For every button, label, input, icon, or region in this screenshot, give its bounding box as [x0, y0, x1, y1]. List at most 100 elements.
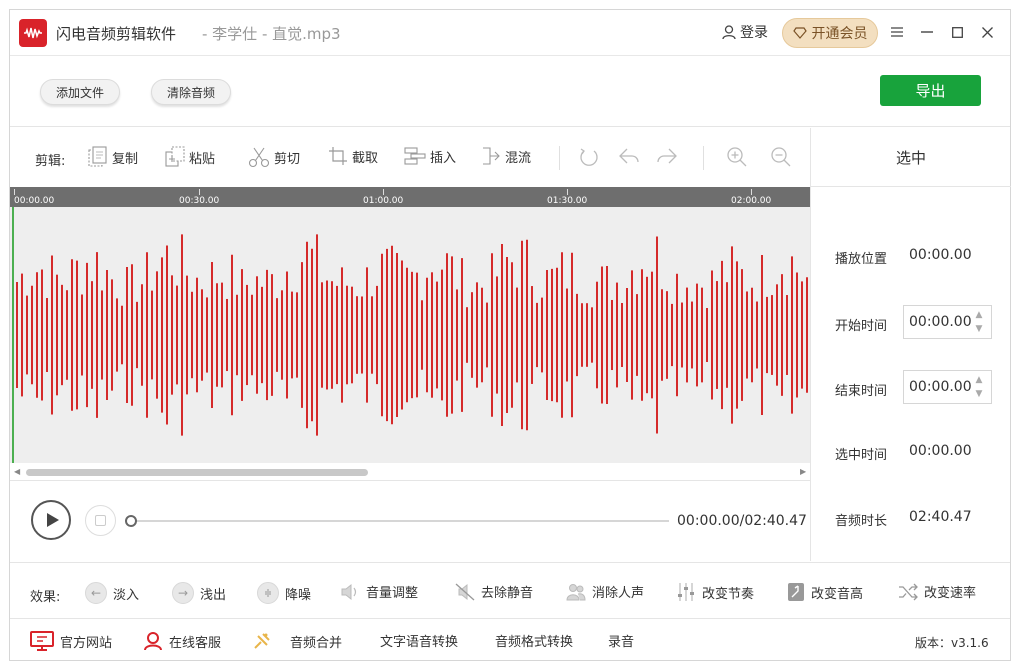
shuffle-icon [899, 583, 918, 600]
zoom-out-button[interactable] [770, 146, 792, 168]
website-link[interactable]: 官方网站 [30, 631, 112, 651]
copy-icon [88, 146, 107, 167]
remove-vocals-button[interactable]: 消除人声 [566, 582, 644, 601]
zoom-in-button[interactable] [726, 146, 748, 168]
progress-track[interactable] [131, 520, 669, 522]
change-pitch-button[interactable]: 改变音高 [787, 582, 863, 602]
insert-button[interactable]: 插入 [404, 146, 456, 166]
end-time-stepper[interactable]: 00:00.00 ▲ ▼ [903, 370, 992, 404]
timeline-ruler[interactable]: 00:00.00 00:30.00 01:00.00 01:30.00 02:0… [10, 187, 810, 207]
close-icon [981, 26, 993, 38]
panel-title: 选中 [811, 128, 1011, 187]
time-readout: 00:00.00/02:40.47 [677, 513, 807, 529]
login-label: 登录 [740, 25, 768, 41]
undo-icon [619, 148, 639, 164]
horizontal-scrollbar[interactable]: ◀ ▶ [10, 463, 810, 481]
redo-icon [657, 148, 677, 164]
fade-out-icon: → [172, 582, 194, 604]
record-link[interactable]: 录音 [608, 631, 634, 650]
login-button[interactable]: 登录 [722, 22, 768, 42]
app-title: 闪电音频剪辑软件 [56, 25, 177, 43]
customer-service-icon [144, 632, 162, 651]
menu-button[interactable] [887, 22, 907, 42]
vip-label: 开通会员 [811, 26, 868, 42]
fade-in-button[interactable]: ← 淡入 [85, 582, 139, 604]
start-time-value[interactable]: 00:00.00 [909, 314, 972, 330]
fade-in-label: 淡入 [113, 587, 140, 603]
format-convert-link[interactable]: 音频格式转换 [495, 631, 573, 650]
reset-button[interactable] [578, 146, 600, 168]
decrement-arrow-icon[interactable]: ▼ [972, 323, 986, 335]
fade-out-button[interactable]: → 浅出 [172, 582, 226, 604]
maximize-button[interactable] [947, 22, 967, 42]
stop-button[interactable] [85, 505, 116, 536]
monitor-icon [30, 631, 54, 651]
change-speed-label: 改变速率 [924, 586, 977, 601]
duration-label: 音频时长 [835, 514, 888, 529]
merge-link[interactable]: 音频合并 [252, 631, 342, 651]
close-button[interactable] [977, 22, 997, 42]
record-label: 录音 [608, 635, 635, 650]
fade-out-label: 浅出 [200, 587, 227, 603]
minimize-button[interactable] [917, 22, 937, 42]
speaker-icon [341, 583, 357, 600]
start-time-stepper[interactable]: 00:00.00 ▲ ▼ [903, 305, 992, 339]
diamond-icon [792, 27, 807, 39]
minimize-icon [921, 31, 933, 33]
scroll-left-arrow-icon[interactable]: ◀ [14, 467, 20, 476]
remove-silence-button[interactable]: 去除静音 [455, 582, 533, 601]
increment-arrow-icon[interactable]: ▲ [972, 309, 986, 321]
timeline-tick-label: 01:00.00 [363, 196, 404, 206]
copy-label: 复制 [112, 151, 139, 167]
title-bar: 闪电音频剪辑软件 - 李学仕 - 直觉.mp3 登录 开通会员 [10, 10, 1010, 56]
progress-knob[interactable] [125, 515, 137, 527]
decrement-arrow-icon[interactable]: ▼ [972, 388, 986, 400]
timeline-tick-label: 00:00.00 [14, 196, 55, 206]
mix-icon [483, 147, 500, 165]
denoise-button[interactable]: 降噪 [257, 582, 311, 604]
zoom-out-icon [771, 147, 791, 167]
toolbar-separator [559, 146, 560, 170]
waveform [16, 234, 808, 436]
scroll-right-arrow-icon[interactable]: ▶ [800, 467, 806, 476]
tts-link[interactable]: 文字语音转换 [380, 631, 458, 650]
user-icon [722, 24, 736, 39]
play-button[interactable] [31, 500, 71, 540]
support-link[interactable]: 在线客服 [143, 631, 221, 651]
redo-button[interactable] [656, 146, 678, 166]
mix-button[interactable]: 混流 [481, 146, 531, 166]
scrollbar-thumb[interactable] [26, 469, 368, 476]
tts-label: 文字语音转换 [380, 635, 459, 650]
vip-button[interactable]: 开通会员 [782, 18, 878, 48]
copy-button[interactable]: 复制 [88, 146, 138, 168]
export-button[interactable]: 导出 [880, 75, 981, 106]
change-speed-button[interactable]: 改变速率 [898, 582, 976, 601]
effects-section-label: 效果: [30, 590, 61, 605]
denoise-label: 降噪 [285, 587, 312, 603]
volume-button[interactable]: 音量调整 [340, 582, 418, 601]
timeline-tick [383, 189, 384, 195]
edit-section-label: 剪辑: [35, 154, 66, 169]
player-controls: 00:00.00/02:40.47 [10, 482, 810, 561]
crop-button[interactable]: 截取 [328, 146, 378, 166]
mute-icon [455, 583, 475, 600]
paste-button[interactable]: 粘贴 [165, 146, 215, 168]
cut-button[interactable]: 剪切 [248, 146, 300, 168]
paste-label: 粘贴 [189, 151, 216, 167]
timeline-tick-label: 01:30.00 [547, 196, 588, 206]
play-icon [47, 513, 59, 527]
waveform-area[interactable] [10, 207, 810, 463]
add-file-button[interactable]: 添加文件 [40, 79, 120, 105]
increment-arrow-icon[interactable]: ▲ [972, 374, 986, 386]
paste-icon [165, 146, 185, 167]
equalizer-icon [678, 583, 694, 601]
maximize-icon [951, 26, 963, 38]
clear-audio-button[interactable]: 清除音频 [151, 79, 231, 105]
end-time-value[interactable]: 00:00.00 [909, 379, 972, 395]
change-tempo-button[interactable]: 改变节奏 [676, 582, 754, 602]
change-pitch-label: 改变音高 [811, 586, 864, 602]
app-logo-icon [19, 19, 47, 47]
undo-button[interactable] [618, 146, 640, 166]
selected-time-value: 00:00.00 [909, 443, 972, 459]
playhead-cursor[interactable] [12, 207, 14, 463]
